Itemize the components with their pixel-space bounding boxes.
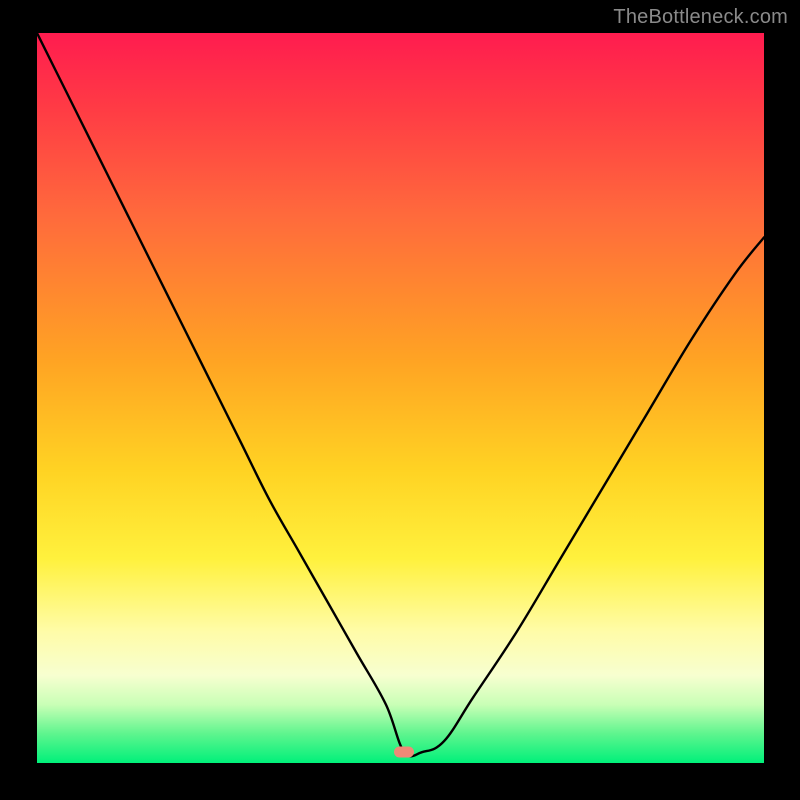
minimum-marker xyxy=(394,747,414,758)
bottleneck-curve xyxy=(37,33,764,763)
watermark-text: TheBottleneck.com xyxy=(613,6,788,29)
plot-area xyxy=(37,33,764,763)
chart-container: TheBottleneck.com xyxy=(0,0,800,800)
